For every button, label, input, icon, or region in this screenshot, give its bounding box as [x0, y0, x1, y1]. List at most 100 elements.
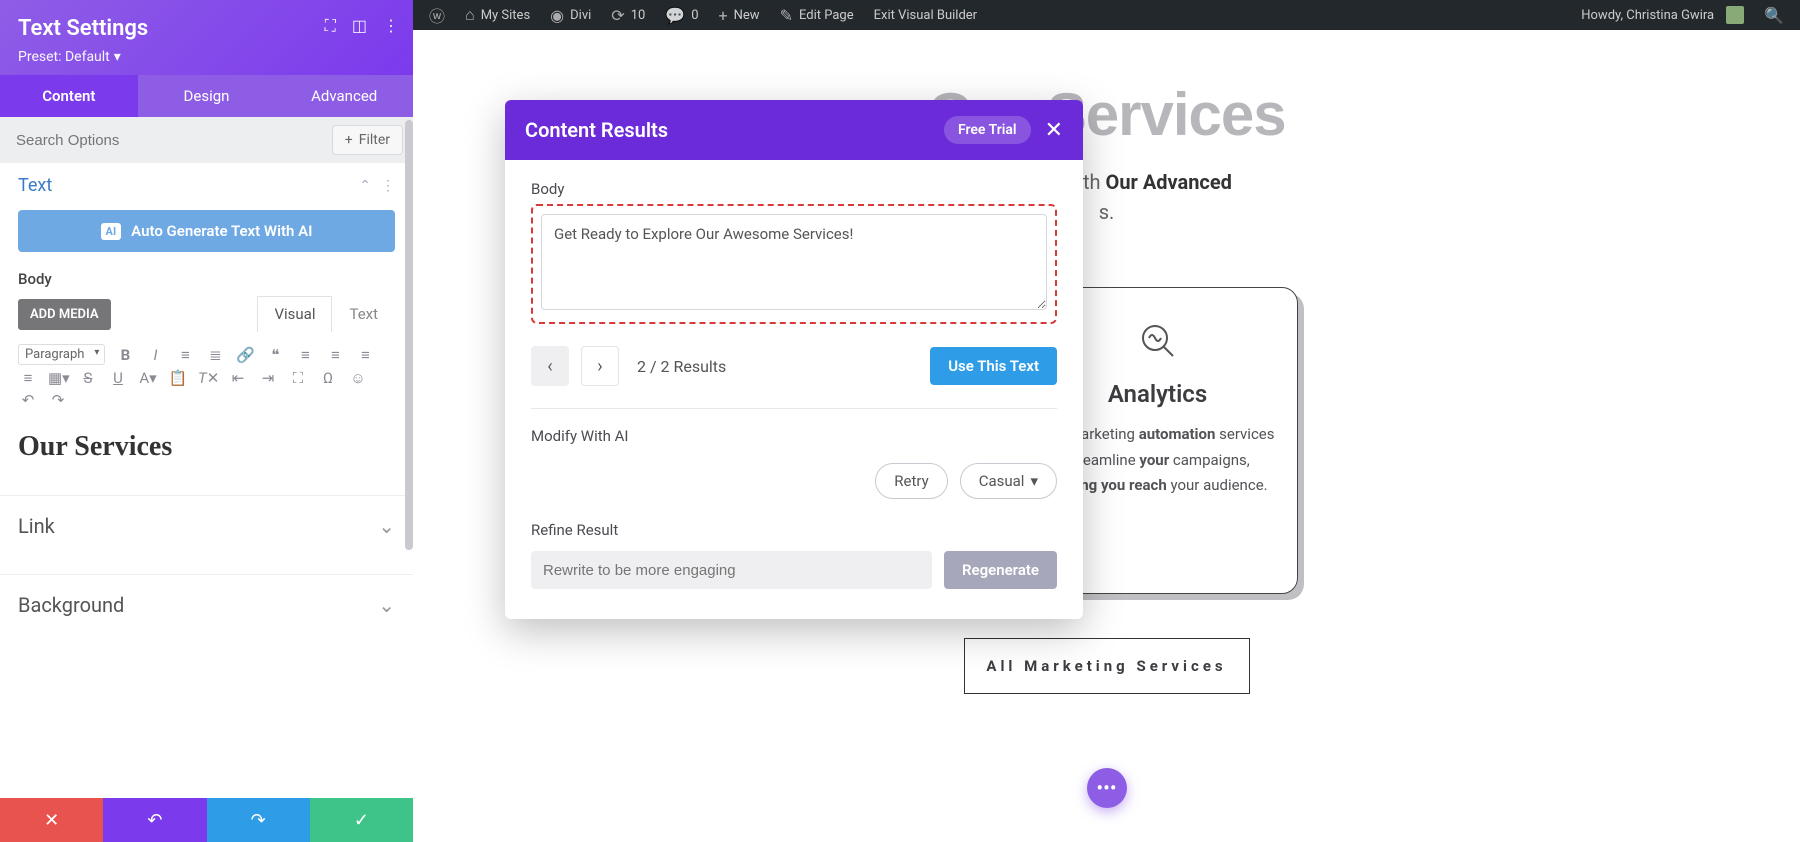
accordion-link[interactable]: Link⌄	[0, 495, 413, 556]
italic-icon[interactable]: I	[145, 346, 165, 364]
content-results-modal: Content Results Free Trial ✕ Body ‹ › 2 …	[505, 100, 1083, 619]
omega-icon[interactable]: Ω	[318, 369, 338, 387]
table-icon[interactable]: ▦▾	[48, 369, 68, 387]
underline-icon[interactable]: U	[108, 369, 128, 387]
my-sites[interactable]: ⌂My Sites	[455, 0, 540, 30]
panel-body: Text ⌃⋮ AI Auto Generate Text With AI Bo…	[0, 163, 413, 798]
search-row: +Filter	[0, 117, 413, 163]
divi-settings-panel: Text Settings Preset: Default▾ ⛶ ◫ ⋮ Con…	[0, 0, 413, 842]
updates[interactable]: ⟳10	[601, 0, 655, 30]
close-icon[interactable]: ✕	[1045, 118, 1063, 143]
ai-icon: AI	[101, 223, 122, 240]
modal-body-label: Body	[531, 180, 1057, 198]
tab-visual[interactable]: Visual	[257, 296, 332, 332]
free-trial-button[interactable]: Free Trial	[944, 116, 1031, 144]
ol-icon[interactable]: ≣	[205, 346, 225, 364]
body-textarea[interactable]	[541, 214, 1047, 310]
retry-button[interactable]: Retry	[875, 463, 947, 499]
editor-toolbar: Paragraph B I ≡ ≣ 🔗 ❝ ≡ ≡ ≡ ≡ ▦▾ S U A▾ …	[0, 340, 413, 417]
analytics-icon	[1137, 320, 1179, 362]
undo-button[interactable]: ↶	[103, 798, 206, 842]
accordion-background[interactable]: Background⌄	[0, 574, 413, 635]
columns-icon[interactable]: ◫	[352, 16, 367, 36]
panel-header: Text Settings Preset: Default▾ ⛶ ◫ ⋮	[0, 0, 413, 75]
redo-icon[interactable]: ↷	[48, 391, 68, 409]
auto-generate-ai-button[interactable]: AI Auto Generate Text With AI	[18, 210, 395, 252]
undo-icon[interactable]: ↶	[18, 391, 38, 409]
regenerate-button[interactable]: Regenerate	[944, 551, 1057, 589]
align-justify-icon[interactable]: ≡	[18, 369, 38, 387]
new-item[interactable]: + New	[709, 0, 770, 30]
comment-icon: 💬	[665, 6, 685, 25]
outdent-icon[interactable]: ⇤	[228, 369, 248, 387]
strike-icon[interactable]: S	[78, 369, 98, 387]
scrollbar[interactable]	[405, 120, 413, 550]
fullscreen-icon[interactable]: ⛶	[288, 369, 308, 387]
indent-icon[interactable]: ⇥	[258, 369, 278, 387]
paragraph-select[interactable]: Paragraph	[18, 344, 105, 365]
plus-icon: +	[719, 6, 728, 25]
kebab-icon[interactable]: ⋮	[381, 178, 395, 194]
search-input[interactable]	[10, 126, 324, 155]
gauge-icon: ◉	[550, 6, 564, 25]
tab-advanced[interactable]: Advanced	[275, 75, 413, 117]
ul-icon[interactable]: ≡	[175, 346, 195, 364]
expand-icon[interactable]: ⛶	[325, 16, 336, 36]
exit-visual-builder[interactable]: Exit Visual Builder	[864, 0, 987, 30]
link-icon[interactable]: 🔗	[235, 346, 255, 364]
textcolor-icon[interactable]: A▾	[138, 369, 158, 387]
wysiwyg-editor[interactable]: Our Services	[18, 417, 395, 477]
updates-count: 10	[631, 8, 646, 23]
use-this-text-button[interactable]: Use This Text	[930, 347, 1057, 385]
chevron-up-icon[interactable]: ⌃	[359, 178, 371, 194]
preset-selector[interactable]: Preset: Default▾	[18, 49, 395, 65]
quote-icon[interactable]: ❝	[265, 346, 285, 364]
search-icon: 🔍	[1764, 6, 1784, 25]
next-result-button[interactable]: ›	[581, 346, 619, 386]
howdy-user[interactable]: Howdy, Christina Gwira	[1571, 0, 1754, 30]
bold-icon[interactable]: B	[115, 346, 135, 364]
chevron-down-icon: ▾	[114, 49, 121, 65]
new-label: New	[734, 8, 760, 23]
results-count: 2 / 2 Results	[637, 357, 726, 376]
comments[interactable]: 💬0	[655, 0, 708, 30]
wp-logo[interactable]: ⓦ	[419, 0, 455, 30]
tab-design[interactable]: Design	[138, 75, 276, 117]
align-left-icon[interactable]: ≡	[295, 346, 315, 364]
prev-result-button[interactable]: ‹	[531, 346, 569, 386]
kebab-icon[interactable]: ⋮	[383, 16, 399, 36]
my-sites-label: My Sites	[481, 8, 530, 23]
wordpress-icon: ⓦ	[429, 3, 445, 27]
redo-button[interactable]: ↷	[207, 798, 310, 842]
align-right-icon[interactable]: ≡	[355, 346, 375, 364]
save-button[interactable]: ✓	[310, 798, 413, 842]
panel-footer: ✕ ↶ ↷ ✓	[0, 798, 413, 842]
refine-label: Refine Result	[531, 521, 1057, 539]
panel-tabs: Content Design Advanced	[0, 75, 413, 117]
tab-text[interactable]: Text	[332, 296, 395, 332]
divi-fab-button[interactable]: •••	[1087, 768, 1127, 808]
all-services-button[interactable]: All Marketing Services	[964, 638, 1250, 694]
cancel-button[interactable]: ✕	[0, 798, 103, 842]
filter-button[interactable]: +Filter	[332, 125, 403, 155]
add-media-button[interactable]: ADD MEDIA	[18, 299, 111, 330]
align-center-icon[interactable]: ≡	[325, 346, 345, 364]
tone-select[interactable]: Casual▾	[960, 463, 1057, 499]
chevron-down-icon: ▾	[1030, 472, 1038, 490]
clear-format-icon[interactable]: T✕	[198, 369, 218, 387]
section-text-header[interactable]: Text ⌃ ⋮	[0, 163, 413, 204]
tab-content[interactable]: Content	[0, 75, 138, 117]
chevron-down-icon: ⌄	[378, 593, 395, 617]
search[interactable]: 🔍	[1754, 0, 1794, 30]
body-highlight	[531, 204, 1057, 324]
pencil-icon: ✎	[780, 6, 793, 25]
paste-icon[interactable]: 📋	[168, 369, 188, 387]
site-name[interactable]: ◉Divi	[540, 0, 601, 30]
comments-count: 0	[691, 8, 698, 23]
edit-page[interactable]: ✎Edit Page	[770, 0, 864, 30]
wp-admin-bar: ⓦ ⌂My Sites ◉Divi ⟳10 💬0 +New ✎Edit Page…	[413, 0, 1800, 30]
section-text-label: Text	[18, 175, 359, 196]
emoji-icon[interactable]: ☺	[348, 369, 368, 387]
avatar	[1726, 6, 1744, 24]
refine-input[interactable]	[531, 551, 932, 589]
